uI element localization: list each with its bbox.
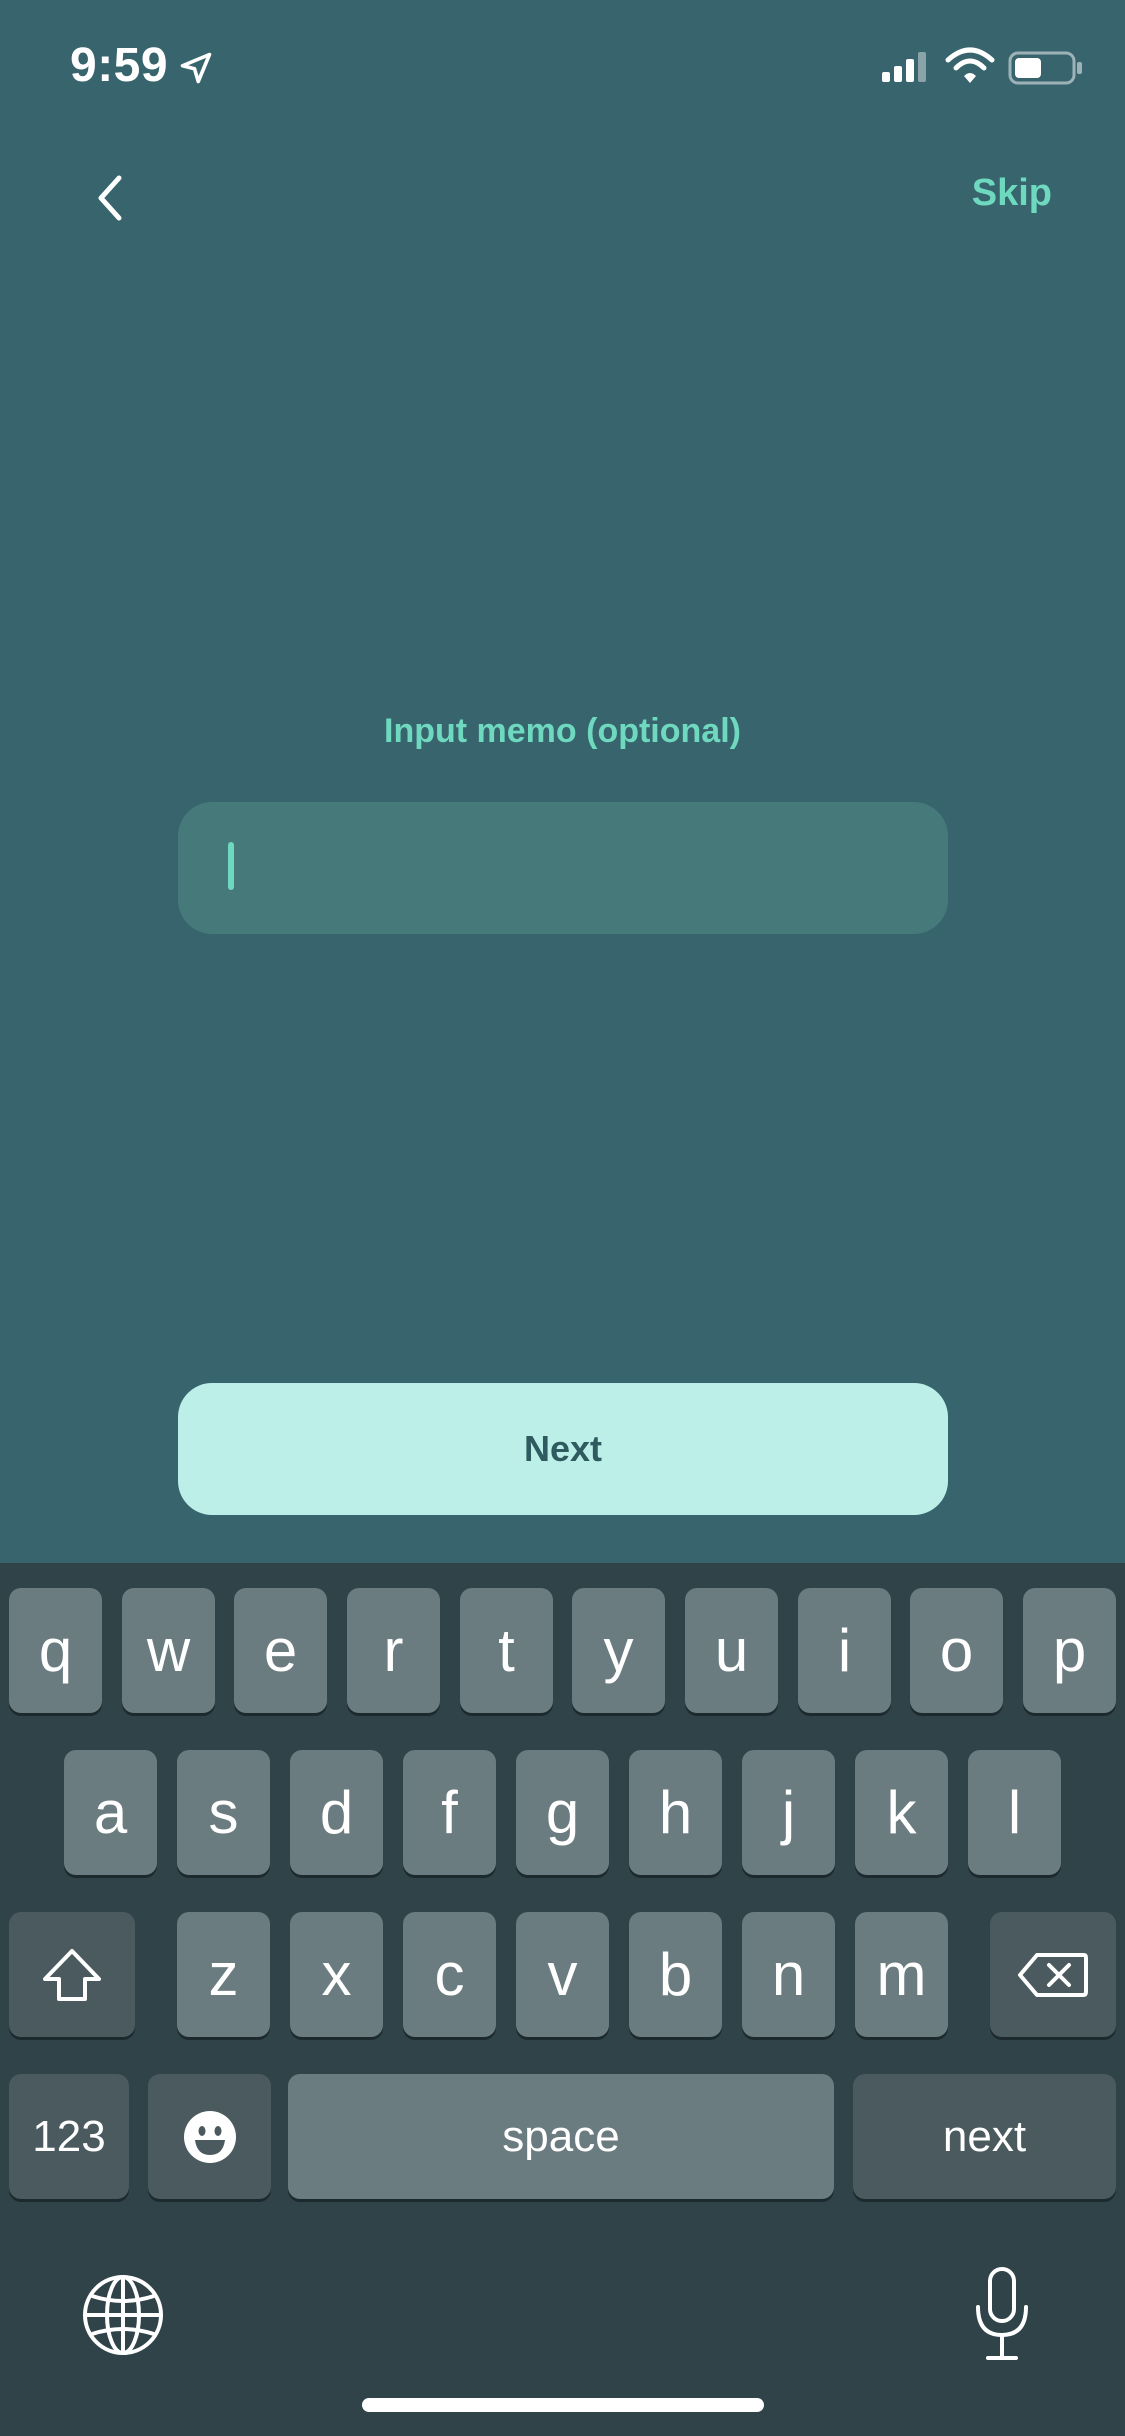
key-c[interactable]: c xyxy=(403,1912,496,2037)
key-i[interactable]: i xyxy=(798,1588,891,1713)
memo-label: Input memo (optional) xyxy=(384,712,741,750)
key-l[interactable]: l xyxy=(968,1750,1061,1875)
globe-icon[interactable] xyxy=(80,2272,166,2358)
key-w[interactable]: w xyxy=(122,1588,215,1713)
key-o[interactable]: o xyxy=(910,1588,1003,1713)
delete-key[interactable] xyxy=(990,1912,1116,2037)
return-key[interactable]: next xyxy=(853,2074,1116,2199)
key-e[interactable]: e xyxy=(234,1588,327,1713)
key-b[interactable]: b xyxy=(629,1912,722,2037)
key-a[interactable]: a xyxy=(64,1750,157,1875)
memo-input[interactable] xyxy=(178,802,948,934)
key-t[interactable]: t xyxy=(460,1588,553,1713)
key-u[interactable]: u xyxy=(685,1588,778,1713)
key-y[interactable]: y xyxy=(572,1588,665,1713)
key-s[interactable]: s xyxy=(177,1750,270,1875)
backspace-icon xyxy=(1018,1952,1088,1997)
key-m[interactable]: m xyxy=(855,1912,948,2037)
keyboard: q w e r t y u i o p a s d f g h j k l z … xyxy=(0,1563,1125,2436)
key-p[interactable]: p xyxy=(1023,1588,1116,1713)
wifi-icon xyxy=(945,47,995,83)
key-d[interactable]: d xyxy=(290,1750,383,1875)
space-key[interactable]: space xyxy=(288,2074,834,2199)
key-v[interactable]: v xyxy=(516,1912,609,2037)
chevron-left-icon xyxy=(98,175,122,220)
key-q[interactable]: q xyxy=(9,1588,102,1713)
emoji-key[interactable] xyxy=(148,2074,271,2199)
location-arrow-icon xyxy=(180,52,212,84)
key-r[interactable]: r xyxy=(347,1588,440,1713)
status-time: 9:59 xyxy=(70,39,169,92)
cellular-signal-icon xyxy=(882,52,926,82)
emoji-face-icon xyxy=(183,2110,236,2163)
home-indicator xyxy=(362,2398,764,2412)
key-h[interactable]: h xyxy=(629,1750,722,1875)
key-n[interactable]: n xyxy=(742,1912,835,2037)
key-z[interactable]: z xyxy=(177,1912,270,2037)
next-button[interactable]: Next xyxy=(178,1383,948,1515)
numbers-key[interactable]: 123 xyxy=(9,2074,129,2199)
key-f[interactable]: f xyxy=(403,1750,496,1875)
key-k[interactable]: k xyxy=(855,1750,948,1875)
key-g[interactable]: g xyxy=(516,1750,609,1875)
key-j[interactable]: j xyxy=(742,1750,835,1875)
battery-icon xyxy=(1008,51,1082,85)
back-button[interactable] xyxy=(80,160,140,235)
memo-input-container[interactable] xyxy=(178,802,948,934)
shift-key[interactable] xyxy=(9,1912,135,2037)
skip-button[interactable]: Skip xyxy=(972,172,1052,215)
shift-arrow-icon xyxy=(43,1948,101,2001)
microphone-icon[interactable] xyxy=(970,2265,1034,2365)
key-x[interactable]: x xyxy=(290,1912,383,2037)
text-cursor xyxy=(228,842,234,890)
